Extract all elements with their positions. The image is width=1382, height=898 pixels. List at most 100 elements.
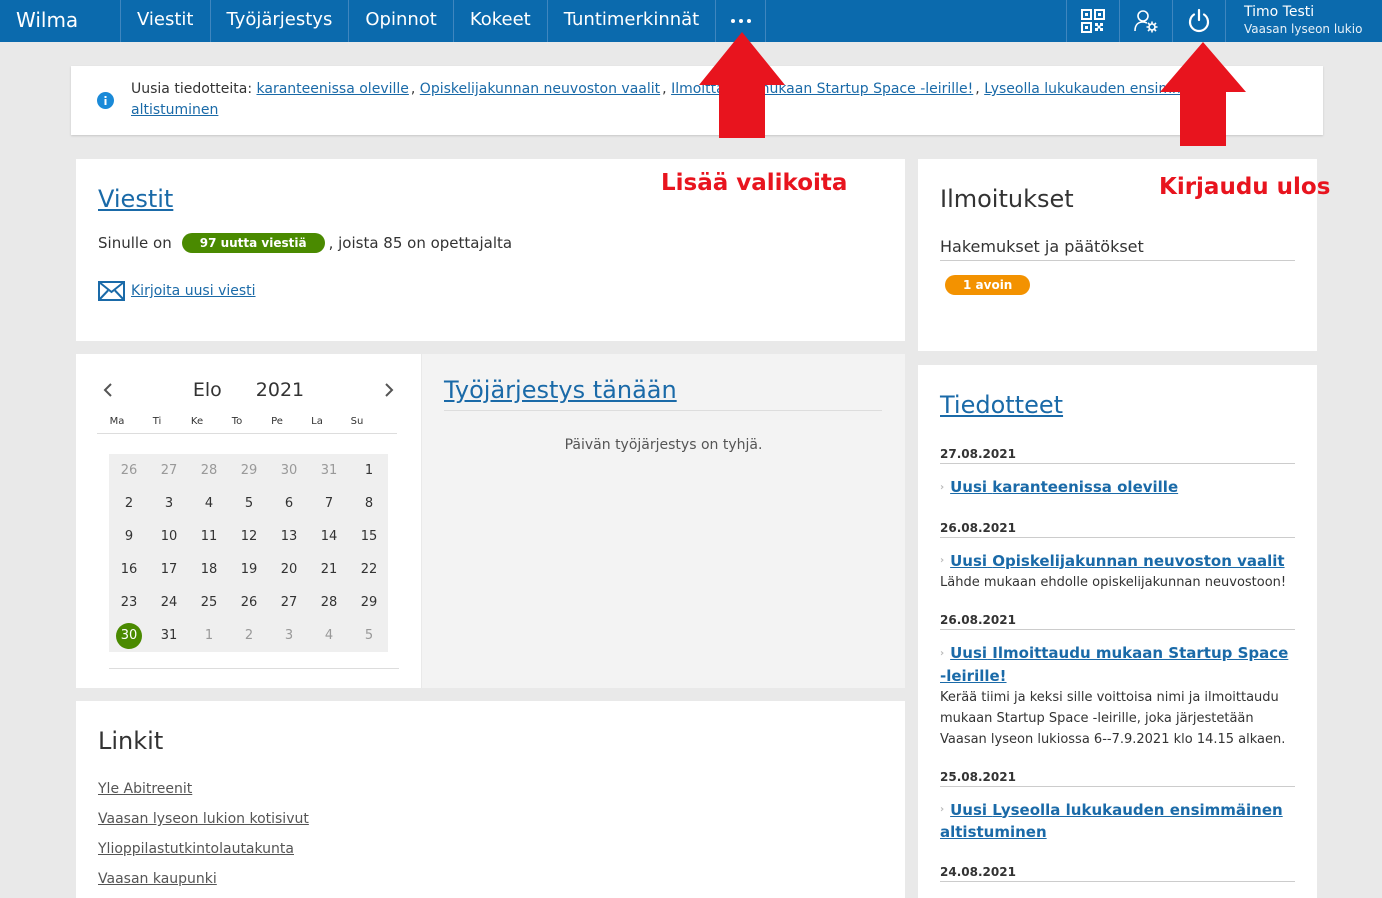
calendar-day[interactable]: 2 bbox=[229, 619, 269, 652]
calendar-day[interactable]: 8 bbox=[349, 487, 389, 520]
calendar-day[interactable]: 9 bbox=[109, 520, 149, 553]
calendar-day[interactable]: 26 bbox=[109, 454, 149, 487]
calendar-day-number: 26 bbox=[120, 463, 138, 478]
user-info[interactable]: Timo Testi Vaasan lyseon lukio bbox=[1225, 0, 1382, 42]
nav-item-viestit[interactable]: Viestit bbox=[121, 0, 211, 42]
calendar-day[interactable]: 13 bbox=[269, 520, 309, 553]
calendar-day[interactable]: 11 bbox=[189, 520, 229, 553]
nav-item-opinnot[interactable]: Opinnot bbox=[349, 0, 454, 42]
calendar-day[interactable]: 25 bbox=[189, 586, 229, 619]
calendar-day[interactable]: 26 bbox=[229, 586, 269, 619]
ellipsis-icon bbox=[730, 19, 735, 23]
calendar-day[interactable]: 5 bbox=[349, 619, 389, 652]
announcements-title: Tiedotteet bbox=[940, 391, 1295, 419]
user-settings-button[interactable] bbox=[1119, 0, 1172, 42]
calendar-day[interactable]: 30 bbox=[269, 454, 309, 487]
annotation-arrow-more bbox=[699, 32, 785, 138]
calendar-day[interactable]: 21 bbox=[309, 553, 349, 586]
schedule-empty-note: Päivän työjärjestys on tyhjä. bbox=[564, 437, 763, 453]
nav-item-tuntimerkinnat[interactable]: Tuntimerkinnät bbox=[548, 0, 717, 42]
messages-summary: Sinulle on 97 uutta viestiä , joista 85 … bbox=[98, 233, 883, 253]
calendar-prev-button[interactable] bbox=[97, 379, 119, 401]
chevron-left-icon bbox=[103, 383, 112, 397]
calendar-day[interactable]: 16 bbox=[109, 553, 149, 586]
calendar-day[interactable]: 27 bbox=[269, 586, 309, 619]
calendar-day-number: 17 bbox=[160, 562, 178, 577]
announcements-title-link[interactable]: Tiedotteet bbox=[940, 391, 1063, 419]
weekday-label: Pe bbox=[271, 416, 283, 427]
calendar-day[interactable]: 4 bbox=[189, 487, 229, 520]
news-title-text: Opiskelijakunnan neuvoston vaalit bbox=[992, 551, 1285, 570]
calendar-day-number: 4 bbox=[324, 628, 334, 643]
open-applications-badge[interactable]: 1 avoin bbox=[945, 275, 1031, 295]
calendar-day[interactable]: 23 bbox=[109, 586, 149, 619]
calendar-day[interactable]: 2 bbox=[109, 487, 149, 520]
calendar-day-number: 22 bbox=[360, 562, 378, 577]
calendar-day[interactable]: 18 bbox=[189, 553, 229, 586]
calendar-day[interactable]: 3 bbox=[269, 619, 309, 652]
calendar-day[interactable]: 5 bbox=[229, 487, 269, 520]
calendar-day[interactable]: 3 bbox=[149, 487, 189, 520]
calendar-header: Elo 2021 bbox=[97, 378, 400, 402]
qr-code-button[interactable] bbox=[1066, 0, 1119, 42]
calendar-day[interactable]: 19 bbox=[229, 553, 269, 586]
news-title-text: karanteenissa oleville bbox=[992, 478, 1179, 496]
news-title-link[interactable]: Uusi Ilmoittaudu mukaan Startup Space -l… bbox=[940, 644, 1288, 685]
schedule-title-link[interactable]: Työjärjestys tänään bbox=[444, 376, 677, 404]
weekday-label: Ke bbox=[190, 416, 204, 427]
calendar-day[interactable]: 20 bbox=[269, 553, 309, 586]
link-yle-abitreenit[interactable]: Yle Abitreenit bbox=[98, 781, 883, 797]
info-separator: , bbox=[662, 81, 667, 97]
calendar-day[interactable]: 31 bbox=[309, 454, 349, 487]
news-title-text: Lyseolla lukukauden ensimmäinen altistum… bbox=[940, 800, 1283, 842]
calendar-day[interactable]: 7 bbox=[309, 487, 349, 520]
calendar-day-number: 1 bbox=[364, 463, 374, 478]
calendar-day[interactable]: 17 bbox=[149, 553, 189, 586]
links-list: Yle Abitreenit Vaasan lyseon lukion koti… bbox=[98, 781, 883, 887]
calendar-day[interactable]: 12 bbox=[229, 520, 269, 553]
announcements-panel: Tiedotteet 27.08.2021 › Uusi karanteeniss… bbox=[918, 365, 1317, 898]
calendar-day[interactable]: 29 bbox=[229, 454, 269, 487]
calendar-day[interactable]: 4 bbox=[309, 619, 349, 652]
news-title-link[interactable]: Uusi Lyseolla lukukauden ensimmäinen alt… bbox=[940, 801, 1283, 842]
news-title-text: Ilmoittaudu mukaan Startup Space -leiril… bbox=[940, 644, 1289, 685]
logout-button[interactable] bbox=[1172, 0, 1225, 42]
calendar-next-button[interactable] bbox=[378, 379, 400, 401]
calendar-day[interactable]: 1 bbox=[189, 619, 229, 652]
calendar-day[interactable]: 1 bbox=[349, 454, 389, 487]
calendar-day[interactable]: 6 bbox=[269, 487, 309, 520]
calendar-day[interactable]: 14 bbox=[309, 520, 349, 553]
calendar-day[interactable]: 15 bbox=[349, 520, 389, 553]
calendar-day[interactable]: 22 bbox=[349, 553, 389, 586]
calendar-day[interactable]: 10 bbox=[149, 520, 189, 553]
calendar-day-number: 25 bbox=[200, 595, 218, 610]
calendar-day[interactable]: 24 bbox=[149, 586, 189, 619]
nav-item-tyojarjestys[interactable]: Työjärjestys bbox=[211, 0, 350, 42]
news-date: 26.08.2021 bbox=[940, 521, 1295, 538]
calendar-day[interactable]: 29 bbox=[349, 586, 389, 619]
link-ylioppilastutkinto[interactable]: Ylioppilastutkintolautakunta bbox=[98, 841, 883, 857]
info-link-karanteeni[interactable]: karanteenissa oleville bbox=[257, 81, 409, 97]
compose-message-link[interactable]: Kirjoita uusi viesti bbox=[131, 283, 256, 299]
calendar-day-today[interactable]: 30 bbox=[109, 619, 149, 652]
calendar-day[interactable]: 31 bbox=[149, 619, 189, 652]
link-school-homepage[interactable]: Vaasan lyseon lukion kotisivut bbox=[98, 811, 883, 827]
bullet-icon: › bbox=[940, 481, 945, 493]
calendar-day[interactable]: 28 bbox=[189, 454, 229, 487]
news-title-link[interactable]: Uusi Opiskelijakunnan neuvoston vaalit bbox=[950, 552, 1284, 570]
nav-item-kokeet[interactable]: Kokeet bbox=[454, 0, 548, 42]
calendar-day-number: 19 bbox=[240, 562, 258, 577]
brand-logo[interactable]: Wilma bbox=[0, 0, 121, 42]
calendar-day[interactable]: 28 bbox=[309, 586, 349, 619]
calendar-day-number: 6 bbox=[284, 496, 294, 511]
link-vaasan-kaupunki[interactable]: Vaasan kaupunki bbox=[98, 871, 883, 887]
calendar-year: 2021 bbox=[255, 379, 305, 401]
calendar-day-number: 2 bbox=[124, 496, 134, 511]
news-title-link[interactable]: Uusi karanteenissa oleville bbox=[950, 478, 1178, 496]
calendar-day[interactable]: 27 bbox=[149, 454, 189, 487]
new-messages-badge[interactable]: 97 uutta viestiä bbox=[181, 233, 325, 253]
top-navigation-bar: Wilma Viestit Työjärjestys Opinnot Kokee… bbox=[0, 0, 1382, 42]
info-link-vaalit[interactable]: Opiskelijakunnan neuvoston vaalit bbox=[420, 81, 660, 97]
messages-title-link[interactable]: Viestit bbox=[98, 185, 173, 213]
